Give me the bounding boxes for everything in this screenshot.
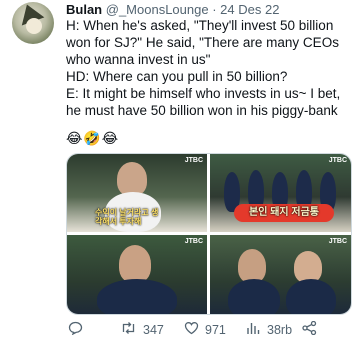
avatar[interactable] xyxy=(12,2,54,44)
tweet[interactable]: Bulan @_MoonsLounge · 24 Des 22 H: When … xyxy=(0,0,360,345)
header-separator: · xyxy=(212,2,217,17)
share-icon xyxy=(302,320,317,338)
media-image-1[interactable]: JTBC 수익이 날거라고 생각해서 투자해 xyxy=(67,154,207,232)
author-handle[interactable]: @_MoonsLounge xyxy=(106,2,209,17)
person-shape xyxy=(238,249,266,283)
broadcaster-logo: JTBC xyxy=(328,238,347,245)
person-shape xyxy=(228,279,280,314)
reply-button[interactable] xyxy=(68,321,89,338)
media-image-3[interactable]: JTBC xyxy=(67,235,207,314)
tweet-text: H: When he's asked, "They'll invest 50 b… xyxy=(66,17,352,119)
emoji-row: 😂🤣😂 xyxy=(66,130,120,146)
broadcaster-logo: JTBC xyxy=(328,157,347,164)
tweet-actions: 347 971 38rb xyxy=(66,320,352,339)
media-image-4[interactable]: JTBC xyxy=(210,235,351,314)
views-button[interactable]: 38rb xyxy=(246,321,292,338)
media-grid[interactable]: JTBC 수익이 날거라고 생각해서 투자해 JTBC 본인 돼지 저금통 JT… xyxy=(66,153,352,315)
media-caption-2: 본인 돼지 저금통 xyxy=(234,204,334,222)
person-shape xyxy=(97,279,177,314)
like-count: 971 xyxy=(205,322,226,337)
views-icon xyxy=(246,321,261,338)
person-shape xyxy=(119,245,151,283)
tweet-text-line: H: When he's asked, "They'll invest 50 b… xyxy=(66,18,339,67)
avatar-face-shape xyxy=(26,18,42,34)
person-shape xyxy=(286,279,336,314)
person-shape xyxy=(117,162,147,196)
heart-icon xyxy=(184,321,199,338)
views-count: 38rb xyxy=(267,322,293,337)
like-button[interactable]: 971 xyxy=(184,321,226,338)
tweet-date[interactable]: 24 Des 22 xyxy=(220,2,279,17)
broadcaster-logo: JTBC xyxy=(184,157,203,164)
retweet-count: 347 xyxy=(143,322,164,337)
tweet-text-line: HD: Where can you pull in 50 billion? xyxy=(66,69,288,84)
retweet-icon xyxy=(120,321,137,338)
retweet-button[interactable]: 347 xyxy=(120,321,164,338)
tweet-header: Bulan @_MoonsLounge · 24 Des 22 xyxy=(66,2,279,17)
broadcaster-logo: JTBC xyxy=(184,238,203,245)
share-button[interactable] xyxy=(302,320,323,338)
tweet-text-line: E: It might be himself who invests in us… xyxy=(66,86,341,118)
author-name[interactable]: Bulan xyxy=(66,2,102,17)
media-caption-1: 수익이 날거라고 생각해서 투자해 xyxy=(95,208,159,226)
reply-icon xyxy=(68,321,83,338)
media-image-2[interactable]: JTBC 본인 돼지 저금통 xyxy=(210,154,351,232)
